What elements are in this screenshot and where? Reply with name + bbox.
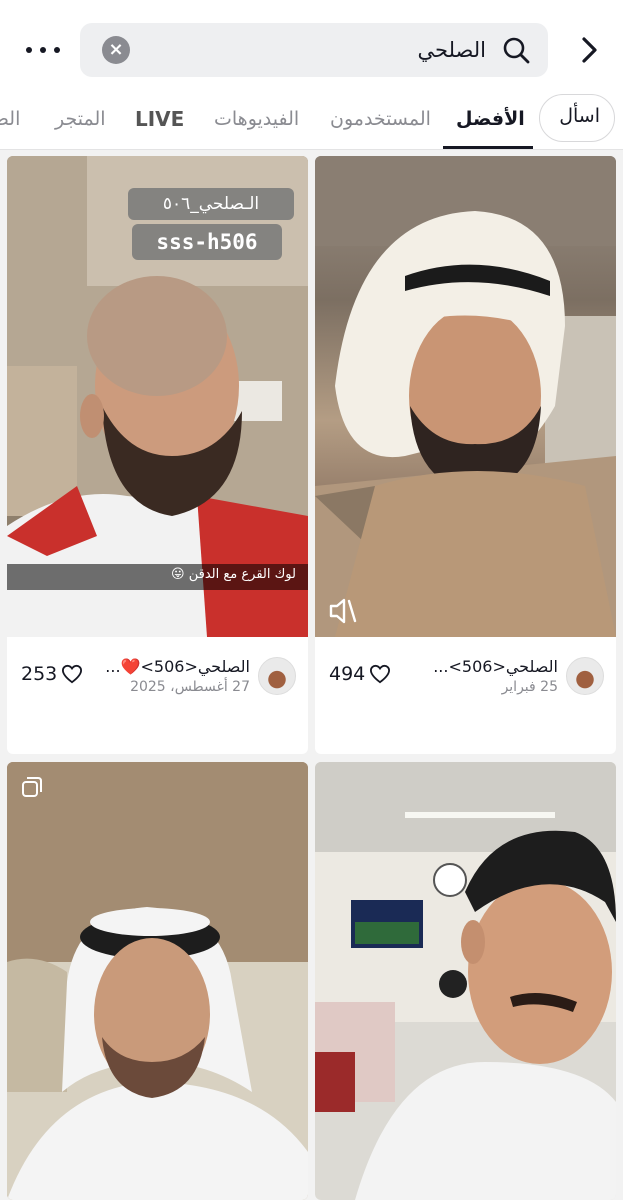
tab-partial[interactable]: الص [0,88,20,150]
card-info: الصلحي<506>❤️... 27 أغسطس، 2025 253 [7,637,308,754]
like-count[interactable]: 494 [329,663,391,685]
thumbnail-image [315,156,616,637]
video-card[interactable] [7,762,308,1200]
heart-icon [62,664,83,684]
avatar[interactable] [258,657,296,695]
tab-live[interactable]: LIVE [135,88,184,150]
thumbnail-image [7,762,308,1200]
video-thumbnail[interactable] [315,156,616,637]
video-card[interactable] [315,762,616,1200]
author-name[interactable]: الصلحي<506>... [433,657,558,676]
overlay-handle: sss-h506 [132,224,282,260]
like-count[interactable]: 253 [21,663,83,685]
tab-users[interactable]: المستخدمون [330,88,431,150]
photo-carousel-icon [22,777,42,797]
tab-ask-label: اسأل [559,105,600,127]
video-thumbnail[interactable]: الـصلحي_٥٠٦ sss-h506 لوك القرع مع الدقن … [7,156,308,637]
author-name[interactable]: الصلحي<506>❤️... [105,657,250,676]
heart-icon [370,664,391,684]
video-thumbnail[interactable] [315,762,616,1200]
tab-shop[interactable]: المتجر [55,88,106,150]
active-tab-indicator [443,146,533,149]
speaker-muted-icon[interactable] [327,597,359,625]
post-date: 25 فبراير [501,679,558,695]
video-caption: لوك القرع مع الدقن 😛 [7,564,308,590]
search-bar[interactable]: × الصلحي [80,23,548,77]
tab-bar: الص المتجر LIVE الفيديوهات المستخدمون ال… [0,88,623,150]
chevron-right-icon[interactable] [579,36,599,64]
tab-videos[interactable]: الفيديوهات [214,88,299,150]
overlay-name: الـصلحي_٥٠٦ [128,188,294,220]
video-thumbnail[interactable] [7,762,308,1200]
close-icon[interactable]: × [102,36,130,64]
post-date: 27 أغسطس، 2025 [130,679,250,695]
search-icon [503,37,530,64]
more-icon[interactable] [26,36,60,64]
thumbnail-image [315,762,616,1200]
tab-top[interactable]: الأفضل [456,88,525,150]
video-card[interactable]: الصلحي<506>... 25 فبراير 494 [315,156,616,754]
video-caption-text: لوك القرع مع الدقن 😛 [171,567,296,582]
like-count-value: 494 [329,663,366,685]
top-bar: × الصلحي [0,0,623,88]
video-card[interactable]: الـصلحي_٥٠٦ sss-h506 لوك القرع مع الدقن … [7,156,308,754]
card-info: الصلحي<506>... 25 فبراير 494 [315,637,616,754]
search-input[interactable]: الصلحي [418,36,486,64]
avatar[interactable] [566,657,604,695]
like-count-value: 253 [21,663,58,685]
tab-ask[interactable]: اسأل [539,94,615,142]
